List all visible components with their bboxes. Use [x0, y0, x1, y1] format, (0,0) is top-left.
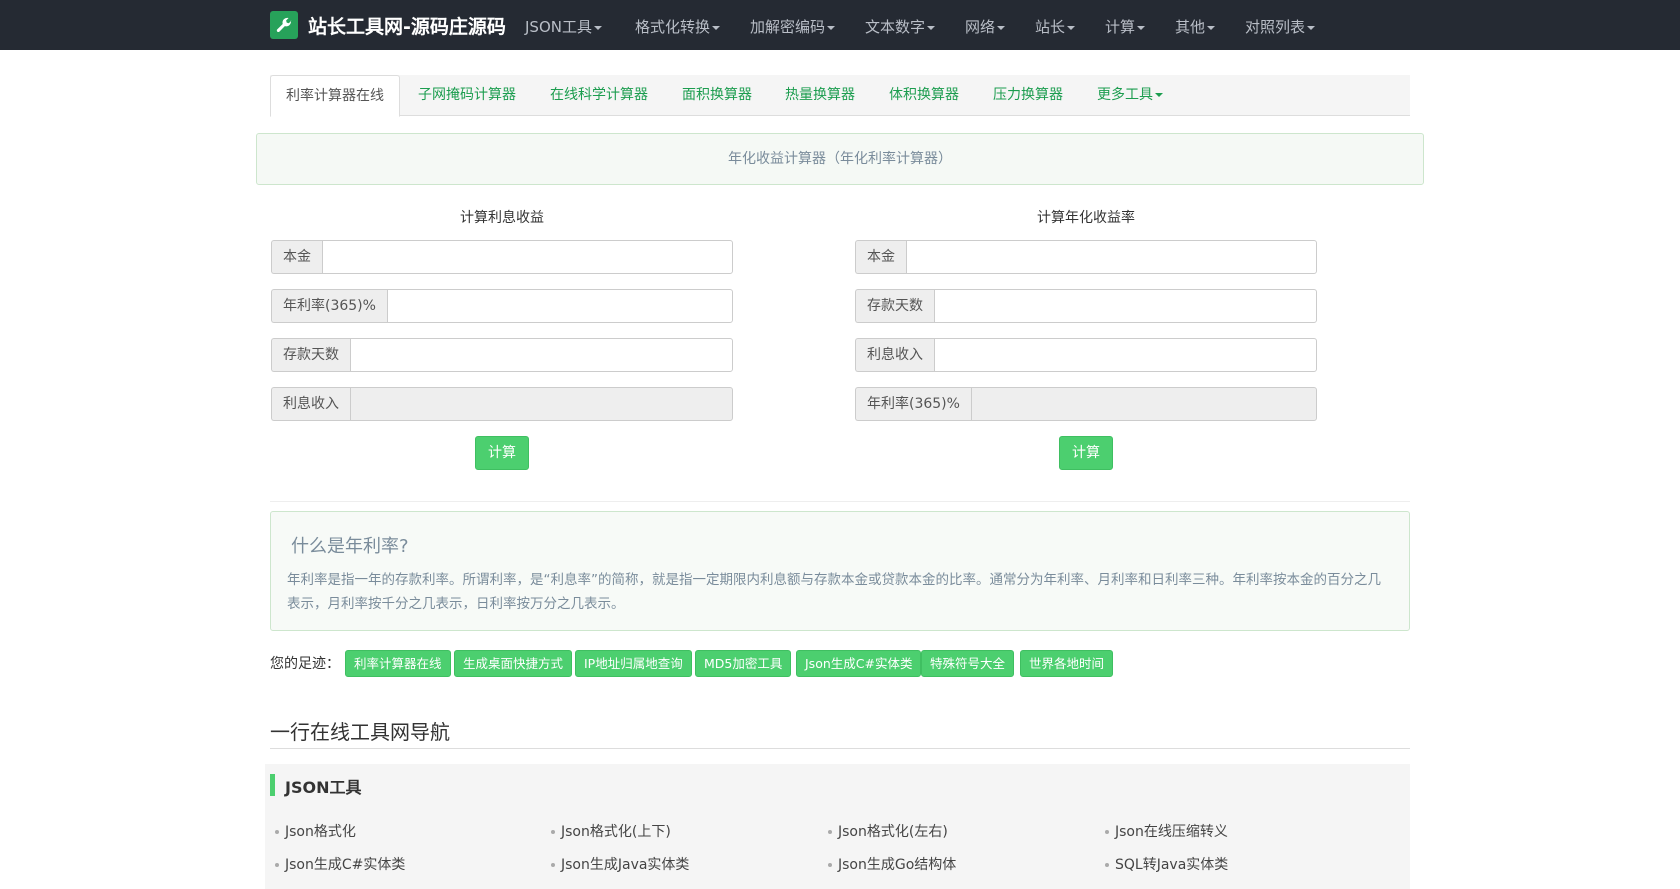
- caret-down-icon: [1137, 25, 1146, 30]
- left-rate-field: 年利率(365)%: [271, 289, 733, 323]
- category-title: JSON工具: [285, 778, 362, 797]
- footprint-chip[interactable]: 特殊符号大全: [921, 650, 1015, 677]
- field-label: 本金: [855, 240, 906, 274]
- caret-down-icon: [1307, 25, 1316, 30]
- caret-down-icon: [1207, 25, 1216, 30]
- left-days-input[interactable]: [350, 338, 733, 372]
- menu-calc[interactable]: 计算: [1105, 16, 1146, 37]
- left-calculate-button[interactable]: 计算: [475, 436, 529, 470]
- brand-title: 站长工具网-源码庄源码: [308, 15, 506, 38]
- bullet-icon: [1105, 863, 1109, 867]
- tab-more-tools[interactable]: 更多工具: [1097, 75, 1163, 116]
- top-navbar: 站长工具网-源码庄源码 JSON工具 格式化转换 加解密编码 文本数字 网络 站…: [0, 0, 1680, 50]
- field-label: 年利率(365)%: [855, 387, 971, 421]
- menu-webmaster[interactable]: 站长: [1035, 16, 1076, 37]
- nav-link[interactable]: Json生成Java实体类: [551, 854, 689, 874]
- left-principal-input[interactable]: [322, 240, 733, 274]
- right-days-field: 存款天数: [855, 289, 1317, 323]
- nav-link[interactable]: Json格式化: [275, 821, 356, 841]
- bullet-icon: [275, 830, 279, 834]
- category-json-tools: JSON工具 Json格式化 Json格式化(上下) Json格式化(左右) J…: [265, 764, 1410, 889]
- caret-down-icon: [997, 25, 1006, 30]
- right-interest-input[interactable]: [934, 338, 1317, 372]
- bullet-icon: [828, 863, 832, 867]
- nav-link[interactable]: Json格式化(左右): [828, 821, 948, 841]
- calc-right-title: 计算年化收益率: [1037, 210, 1135, 226]
- right-rate-field: 年利率(365)%: [855, 387, 1317, 421]
- field-label: 年利率(365)%: [271, 289, 387, 323]
- left-principal-field: 本金: [271, 240, 733, 274]
- caret-down-icon: [927, 25, 936, 30]
- footprint-chip[interactable]: 生成桌面快捷方式: [454, 650, 573, 677]
- caret-down-icon: [1155, 93, 1163, 97]
- caret-down-icon: [593, 25, 602, 30]
- caret-down-icon: [1067, 25, 1076, 30]
- nav-link[interactable]: Json在线压缩转义: [1105, 821, 1228, 841]
- tab-area-converter[interactable]: 面积换算器: [682, 75, 752, 116]
- tab-scientific-calculator[interactable]: 在线科学计算器: [550, 75, 648, 116]
- divider: [270, 748, 1410, 749]
- info-title: 什么是年利率?: [291, 536, 409, 557]
- left-days-field: 存款天数: [271, 338, 733, 372]
- info-panel: 什么是年利率? 年利率是指一年的存款利率。所谓利率，是“利息率”的简称，就是指一…: [270, 511, 1410, 631]
- nav-link[interactable]: Json生成C#实体类: [275, 854, 405, 874]
- bullet-icon: [551, 830, 555, 834]
- menu-crypto[interactable]: 加解密编码: [750, 16, 836, 37]
- category-accent-bar: [270, 774, 275, 796]
- tab-subnet-calculator[interactable]: 子网掩码计算器: [418, 75, 516, 116]
- bullet-icon: [828, 830, 832, 834]
- tab-heat-converter[interactable]: 热量换算器: [785, 75, 855, 116]
- footprint-chip[interactable]: 世界各地时间: [1020, 650, 1114, 677]
- footprint-chip[interactable]: Json生成C#实体类: [796, 650, 922, 677]
- right-principal-field: 本金: [855, 240, 1317, 274]
- left-interest-output: [350, 387, 733, 421]
- field-label: 存款天数: [855, 289, 934, 323]
- caret-down-icon: [827, 25, 836, 30]
- menu-other[interactable]: 其他: [1175, 16, 1216, 37]
- menu-format[interactable]: 格式化转换: [635, 16, 721, 37]
- wrench-icon: [270, 11, 298, 39]
- menu-json[interactable]: JSON工具: [525, 16, 602, 37]
- nav-link[interactable]: SQL转Java实体类: [1105, 854, 1228, 874]
- field-label: 利息收入: [271, 387, 350, 421]
- brand[interactable]: 站长工具网-源码庄源码: [270, 11, 506, 39]
- left-interest-field: 利息收入: [271, 387, 733, 421]
- footprint-chip[interactable]: IP地址归属地查询: [575, 650, 692, 677]
- bullet-icon: [1105, 830, 1109, 834]
- caret-down-icon: [712, 25, 721, 30]
- field-label: 存款天数: [271, 338, 350, 372]
- right-calculate-button[interactable]: 计算: [1059, 436, 1113, 470]
- divider: [270, 501, 1410, 502]
- menu-reference[interactable]: 对照列表: [1245, 16, 1316, 37]
- calc-left-title: 计算利息收益: [460, 210, 544, 226]
- info-text: 年利率是指一年的存款利率。所谓利率，是“利息率”的简称，就是指一定期限内利息额与…: [287, 572, 1381, 612]
- tab-pressure-converter[interactable]: 压力换算器: [993, 75, 1063, 116]
- nav-link[interactable]: Json格式化(上下): [551, 821, 671, 841]
- bullet-icon: [275, 863, 279, 867]
- bullet-icon: [551, 863, 555, 867]
- tab-interest-calculator[interactable]: 利率计算器在线: [270, 75, 400, 117]
- menu-text[interactable]: 文本数字: [865, 16, 936, 37]
- left-rate-input[interactable]: [386, 289, 733, 323]
- tool-tabs: 利率计算器在线 子网掩码计算器 在线科学计算器 面积换算器 热量换算器 体积换算…: [270, 75, 1410, 117]
- tab-volume-converter[interactable]: 体积换算器: [889, 75, 959, 116]
- footprint-chip[interactable]: MD5加密工具: [695, 650, 792, 677]
- page-heading-alert: 年化收益计算器（年化利率计算器）: [256, 133, 1424, 185]
- footprint-label: 您的足迹：: [270, 656, 340, 672]
- field-label: 本金: [271, 240, 322, 274]
- nav-link[interactable]: Json生成Go结构体: [828, 854, 956, 874]
- right-principal-input[interactable]: [906, 240, 1317, 274]
- footprint-chip[interactable]: 利率计算器在线: [345, 650, 451, 677]
- right-interest-field: 利息收入: [855, 338, 1317, 372]
- right-rate-output: [970, 387, 1317, 421]
- menu-network[interactable]: 网络: [965, 16, 1006, 37]
- field-label: 利息收入: [855, 338, 934, 372]
- right-days-input[interactable]: [934, 289, 1317, 323]
- nav-section-heading: 一行在线工具网导航: [270, 720, 450, 744]
